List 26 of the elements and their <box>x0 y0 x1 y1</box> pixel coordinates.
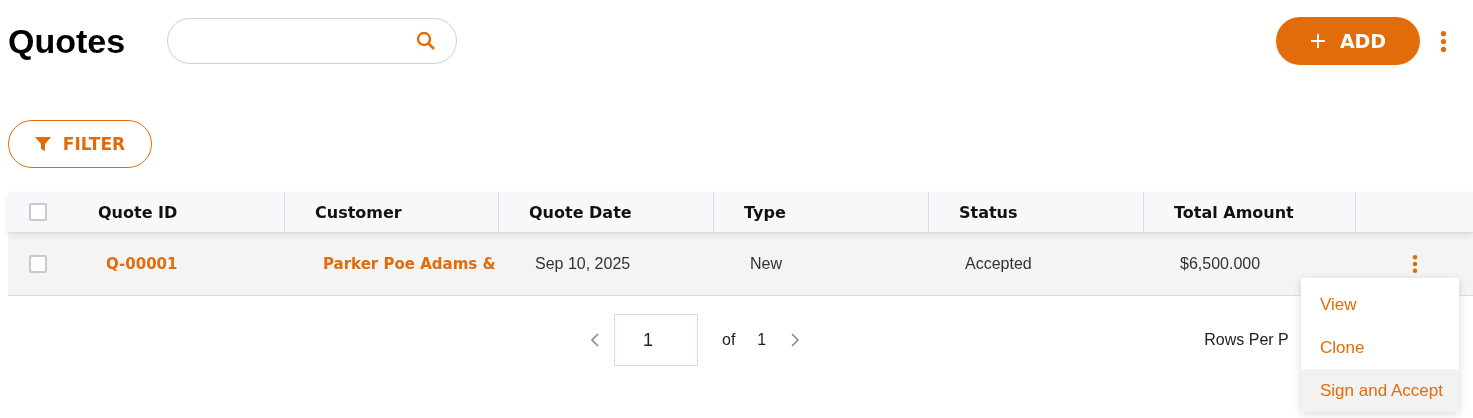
column-header[interactable]: Type <box>714 192 929 232</box>
row-checkbox[interactable] <box>29 255 47 273</box>
column-header[interactable]: Customer <box>285 192 499 232</box>
column-header[interactable]: Status <box>929 192 1144 232</box>
rows-per-page-label: Rows Per P <box>1204 331 1289 349</box>
more-options-button[interactable] <box>1440 29 1447 53</box>
search-icon <box>416 31 436 51</box>
table-cell-text: Sep 10, 2025 <box>534 255 632 273</box>
column-header[interactable]: Quote ID <box>68 192 285 232</box>
page-title: Quotes <box>8 21 127 61</box>
column-header[interactable]: Quote Date <box>499 192 714 232</box>
previous-page-icon[interactable] <box>590 333 600 347</box>
select-all-checkbox[interactable] <box>29 203 47 221</box>
next-page-icon[interactable] <box>790 333 801 347</box>
table-cell-text: $6,500.000 <box>1179 255 1262 273</box>
of-label: of <box>722 331 736 349</box>
more-options-icon <box>1440 29 1447 53</box>
more-options-icon <box>1411 254 1418 274</box>
plus-icon <box>1309 33 1326 49</box>
funnel-icon <box>34 136 51 152</box>
column-header[interactable]: Total Amount <box>1144 192 1356 232</box>
row-actions-button[interactable] <box>1411 254 1418 274</box>
page-number-field[interactable]: 1 <box>614 314 698 366</box>
total-pages: 1 <box>757 331 767 349</box>
table-cell-text: New <box>749 255 783 273</box>
table-cell-text: Accepted <box>964 255 1033 273</box>
